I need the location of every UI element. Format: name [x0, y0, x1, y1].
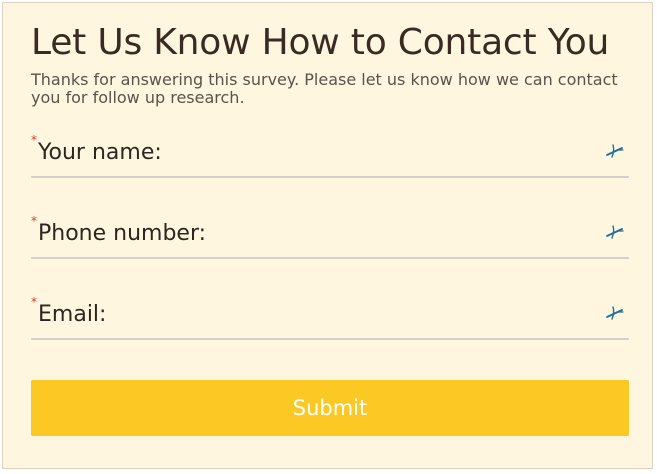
pen-icon [605, 304, 625, 322]
phone-input[interactable] [31, 217, 629, 257]
email-input[interactable] [31, 298, 629, 338]
name-input[interactable] [31, 136, 629, 176]
contact-form-card: Let Us Know How to Contact You Thanks fo… [2, 2, 653, 469]
submit-button[interactable]: Submit [31, 380, 629, 436]
pen-icon [605, 142, 625, 160]
email-field[interactable]: * Email: [31, 296, 629, 340]
pen-icon [605, 223, 625, 241]
phone-field[interactable]: * Phone number: [31, 215, 629, 259]
form-title: Let Us Know How to Contact You [31, 22, 610, 63]
form-subtitle: Thanks for answering this survey. Please… [31, 70, 618, 107]
name-field[interactable]: * Your name: [31, 134, 629, 178]
